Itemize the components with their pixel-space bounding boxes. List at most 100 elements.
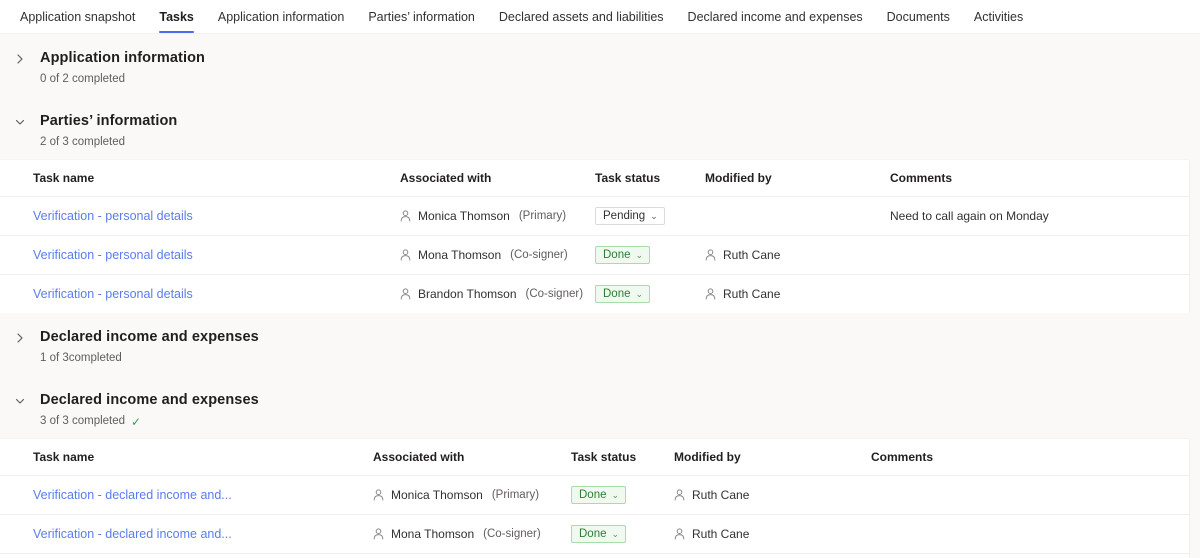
section-header[interactable]: Parties’ information 2 of 3 completed (0, 97, 1200, 160)
tab-label: Application information (217, 9, 345, 24)
section-title: Declared income and expenses (40, 392, 259, 408)
task-name-link[interactable]: Verification - declared income and... (33, 488, 232, 502)
cell-associated-with: Brandon Thomson(Co-signer) (373, 554, 571, 558)
cell-task-name: Verification - declared income and... (0, 475, 373, 515)
task-status-label: Done (603, 288, 631, 300)
cell-associated-with: Brandon Thomson(Co-signer) (400, 275, 595, 314)
table-row[interactable]: Verification - personal details Brandon T… (0, 275, 1189, 314)
task-status-dropdown[interactable]: Done ⌄ (571, 486, 627, 504)
cell-comments (871, 475, 1189, 515)
column-header-task-status: Task status (595, 160, 705, 197)
task-status-dropdown[interactable]: Done ⌄ (571, 525, 627, 543)
person-icon (400, 288, 411, 300)
person-role: (Co-signer) (483, 528, 541, 540)
person-icon (400, 249, 411, 261)
person-role: (Primary) (491, 489, 540, 501)
tab-label: Declared assets and liabilities (498, 9, 664, 24)
modified-by-name: Ruth Cane (723, 248, 781, 262)
tab-bar: Application snapshot Tasks Application inf… (0, 0, 1200, 34)
task-name-link[interactable]: Verification - declared income and... (33, 527, 232, 541)
tab-label: Activities (973, 9, 1024, 24)
cell-comments (871, 554, 1189, 558)
section-header[interactable]: Application information 0 of 2 completed (0, 34, 1200, 97)
task-section: Parties’ information 2 of 3 completed Task… (0, 97, 1200, 313)
section-complete-check-icon: ✓ (131, 414, 142, 429)
table-header-row: Task name Associated with Task status Modif… (0, 160, 1189, 197)
tab-parties-information[interactable]: Parties’ information (356, 0, 487, 33)
tab-declared-income-and-expenses[interactable]: Declared income and expenses (676, 0, 875, 33)
tab-application-snapshot[interactable]: Application snapshot (8, 0, 147, 33)
person-role: (Co-signer) (510, 249, 568, 261)
cell-comments (871, 514, 1189, 554)
section-header[interactable]: Declared income and expenses 3 of 3 compl… (0, 376, 1200, 439)
table-row[interactable]: Verification - declared income and... Mon… (0, 514, 1189, 554)
table-row[interactable]: Verification - personal details Monica Th… (0, 196, 1189, 236)
tasks-table: Task name Associated with Task status Modif… (0, 439, 1189, 558)
section-progress: 0 of 2 completed (40, 72, 205, 87)
tab-activities[interactable]: Activities (962, 0, 1035, 33)
tasks-page: Application information 0 of 2 completed P… (0, 34, 1200, 558)
person-name: Mona Thomson (391, 527, 475, 541)
chevron-down-icon: ⌄ (635, 288, 644, 299)
associated-person: Monica Thomson (Primary) (400, 209, 595, 223)
tab-label: Tasks (159, 9, 194, 24)
modified-by-name: Ruth Cane (723, 287, 781, 301)
chevron-down-icon: ⌄ (611, 489, 620, 500)
tasks-table-card: Task name Associated with Task status Modif… (0, 160, 1189, 313)
person-icon (705, 249, 716, 261)
cell-associated-with: Monica Thomson (Primary) (373, 475, 571, 515)
tab-label: Application snapshot (20, 9, 136, 24)
person-name: Mona Thomson (418, 248, 502, 262)
task-name-link[interactable]: Verification - personal details (33, 287, 193, 301)
tab-application-information[interactable]: Application information (206, 0, 356, 33)
table-row[interactable]: Verification - personal details Mona Thom… (0, 235, 1189, 275)
tasks-table: Task name Associated with Task status Modif… (0, 160, 1189, 313)
section-progress-label: 0 of 2 completed (40, 73, 126, 85)
person-name: Monica Thomson (418, 209, 510, 223)
column-header-modified-by: Modified by (674, 439, 871, 476)
cell-modified-by: Ruth Cane (705, 235, 890, 275)
chevron-right-icon[interactable] (0, 48, 40, 65)
section-progress-label: 2 of 3 completed (40, 136, 126, 148)
associated-person: Mona Thomson (Co-signer) (373, 527, 571, 541)
cell-modified-by: Ruth Cane (705, 275, 890, 314)
chevron-down-icon[interactable] (0, 111, 40, 128)
tab-documents[interactable]: Documents (875, 0, 962, 33)
cell-associated-with: Monica Thomson (Primary) (400, 196, 595, 236)
cell-task-status: Done⌄ (571, 554, 674, 558)
tab-label: Declared income and expenses (687, 9, 863, 24)
section-text: Application information 0 of 2 completed (40, 48, 205, 87)
tasks-table-card: Task name Associated with Task status Modif… (0, 439, 1189, 558)
section-progress-label: 3 of 3 completed (40, 415, 126, 427)
task-section: Declared income and expenses 3 of 3 compl… (0, 376, 1200, 558)
cell-task-status: Pending ⌄ (595, 196, 705, 236)
modified-by-person: Ruth Cane (705, 287, 890, 301)
column-header-modified-by: Modified by (705, 160, 890, 197)
task-name-link[interactable]: Verification - personal details (33, 209, 193, 223)
section-text: Parties’ information 2 of 3 completed (40, 111, 177, 150)
cell-task-name: Verification - personal details (0, 275, 400, 314)
chevron-right-icon[interactable] (0, 327, 40, 344)
task-name-link[interactable]: Verification - personal details (33, 248, 193, 262)
section-text: Declared income and expenses 1 of 3comple… (40, 327, 259, 366)
cell-modified-by: Ruth Cane (674, 475, 871, 515)
person-name: Brandon Thomson (418, 287, 517, 301)
task-status-dropdown[interactable]: Done ⌄ (595, 285, 651, 303)
column-header-associated-with: Associated with (373, 439, 571, 476)
cell-modified-by: Ruth Cane (674, 554, 871, 558)
section-title: Application information (40, 50, 206, 66)
table-row[interactable]: Verification - declared income and...Bra… (0, 554, 1189, 558)
table-row[interactable]: Verification - declared income and... Mon… (0, 475, 1189, 515)
cell-comments (890, 275, 1189, 314)
section-header[interactable]: Declared income and expenses 1 of 3comple… (0, 313, 1200, 376)
cell-comments (890, 235, 1189, 275)
column-header-comments: Comments (890, 160, 1189, 197)
chevron-down-icon[interactable] (0, 390, 40, 407)
tab-declared-assets-and-liabilities[interactable]: Declared assets and liabilities (487, 0, 676, 33)
table-header-row: Task name Associated with Task status Modif… (0, 439, 1189, 476)
task-section: Application information 0 of 2 completed (0, 34, 1200, 97)
task-status-dropdown[interactable]: Done ⌄ (595, 246, 651, 264)
tab-tasks[interactable]: Tasks (147, 0, 206, 33)
chevron-down-icon: ⌄ (650, 210, 658, 221)
task-status-dropdown[interactable]: Pending ⌄ (595, 207, 665, 225)
